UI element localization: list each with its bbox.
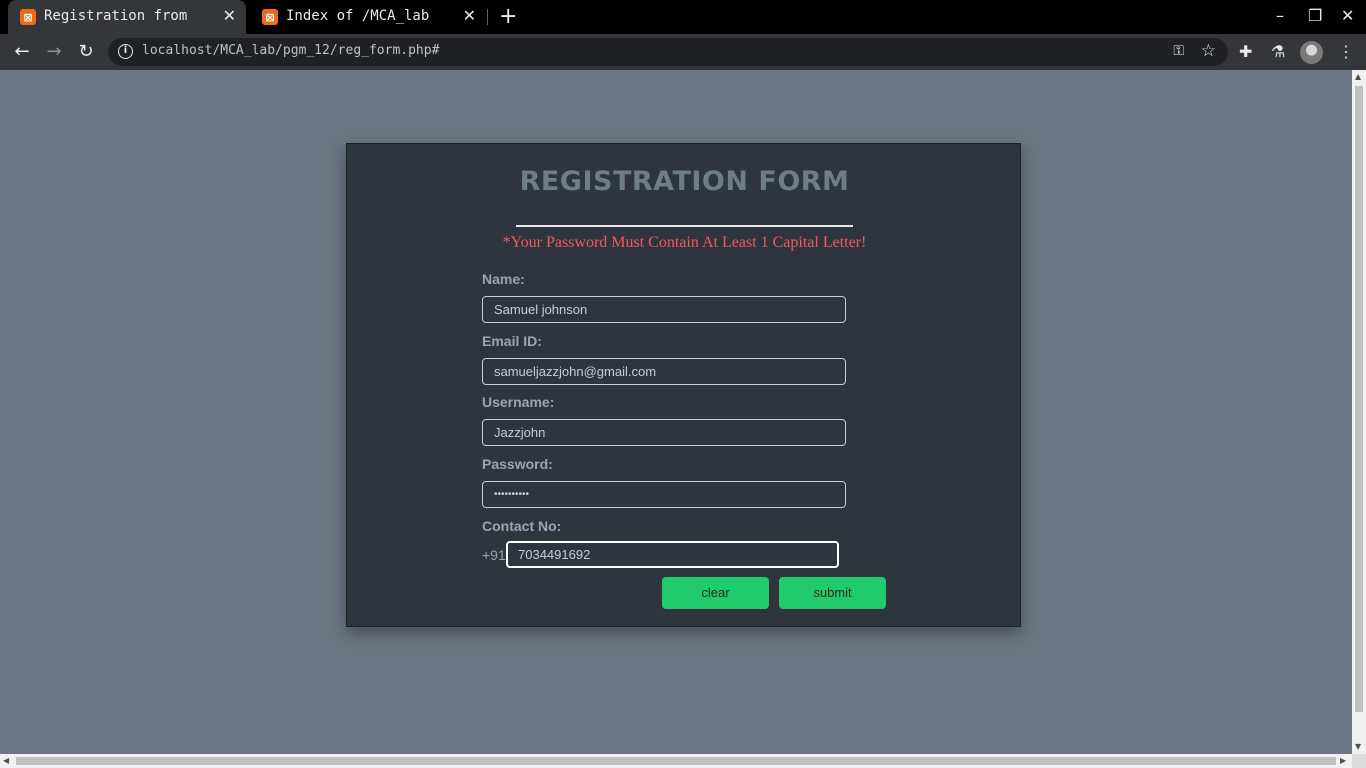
- horizontal-scroll-thumb[interactable]: [16, 757, 1336, 765]
- url-text[interactable]: localhost/MCA_lab/pgm_12/reg_form.php#: [142, 43, 439, 58]
- password-key-icon[interactable]: ⚿: [1173, 43, 1184, 59]
- country-code-prefix: +91: [482, 547, 506, 563]
- back-icon[interactable]: ←: [11, 41, 33, 63]
- reload-icon[interactable]: ↻: [75, 41, 97, 63]
- vertical-scrollbar[interactable]: ▲ ▼: [1352, 70, 1366, 754]
- scrollbar-corner: [1352, 754, 1366, 768]
- name-label: Name:: [482, 271, 525, 287]
- scroll-down-icon[interactable]: ▼: [1355, 742, 1361, 751]
- scroll-left-icon[interactable]: ◀: [3, 756, 9, 765]
- xampp-favicon-icon: ⊠: [262, 9, 278, 25]
- address-bar[interactable]: i localhost/MCA_lab/pgm_12/reg_form.php#…: [108, 38, 1228, 66]
- page-viewport: REGISTRATION FORM *Your Password Must Co…: [0, 70, 1352, 754]
- profile-avatar[interactable]: [1300, 41, 1323, 64]
- tab-registration[interactable]: ⊠ Registration from ✕: [8, 0, 246, 34]
- contact-label: Contact No:: [482, 518, 562, 534]
- close-tab-icon[interactable]: ✕: [463, 8, 476, 24]
- minimize-icon[interactable]: –: [1276, 6, 1284, 25]
- tab-title: Registration from: [44, 8, 188, 24]
- tab-title: Index of /MCA_lab: [286, 8, 430, 24]
- scroll-up-icon[interactable]: ▲: [1355, 72, 1361, 81]
- bookmark-star-icon[interactable]: ☆: [1201, 41, 1216, 61]
- email-label: Email ID:: [482, 333, 542, 349]
- vertical-scroll-thumb[interactable]: [1355, 86, 1363, 712]
- clear-button[interactable]: clear: [662, 577, 769, 609]
- email-input[interactable]: samueljazzjohn@gmail.com: [482, 358, 846, 385]
- browser-toolbar: ← → ↻ i localhost/MCA_lab/pgm_12/reg_for…: [0, 34, 1366, 70]
- name-input[interactable]: Samuel johnson: [482, 296, 846, 323]
- password-label: Password:: [482, 456, 553, 472]
- form-title: REGISTRATION FORM: [519, 166, 850, 197]
- restore-icon[interactable]: ❐: [1308, 6, 1322, 25]
- submit-button[interactable]: submit: [779, 577, 886, 609]
- horizontal-scrollbar[interactable]: ◀ ▶: [0, 754, 1352, 768]
- close-window-icon[interactable]: ✕: [1341, 6, 1354, 25]
- site-info-icon[interactable]: i: [118, 44, 133, 59]
- xampp-favicon-icon: ⊠: [20, 9, 36, 25]
- title-divider: [516, 225, 853, 227]
- labs-flask-icon[interactable]: ⚗: [1271, 42, 1285, 61]
- scroll-right-icon[interactable]: ▶: [1340, 756, 1346, 765]
- password-warning: *Your Password Must Contain At Least 1 C…: [502, 234, 867, 251]
- new-tab-icon[interactable]: +: [499, 6, 517, 28]
- forward-icon[interactable]: →: [43, 41, 65, 63]
- tab-separator: [487, 9, 488, 25]
- password-input[interactable]: ••••••••••: [482, 481, 846, 508]
- username-input[interactable]: Jazzjohn: [482, 419, 846, 446]
- extensions-puzzle-icon[interactable]: ✚: [1239, 42, 1252, 61]
- menu-kebab-icon[interactable]: ⋮: [1338, 42, 1354, 61]
- username-label: Username:: [482, 394, 555, 410]
- registration-card: REGISTRATION FORM *Your Password Must Co…: [346, 143, 1021, 627]
- tab-index[interactable]: ⊠ Index of /MCA_lab ✕: [250, 0, 486, 34]
- tab-strip: ⊠ Registration from ✕ ⊠ Index of /MCA_la…: [0, 0, 1366, 34]
- contact-input[interactable]: 7034491692: [506, 541, 839, 568]
- close-tab-icon[interactable]: ✕: [223, 8, 236, 24]
